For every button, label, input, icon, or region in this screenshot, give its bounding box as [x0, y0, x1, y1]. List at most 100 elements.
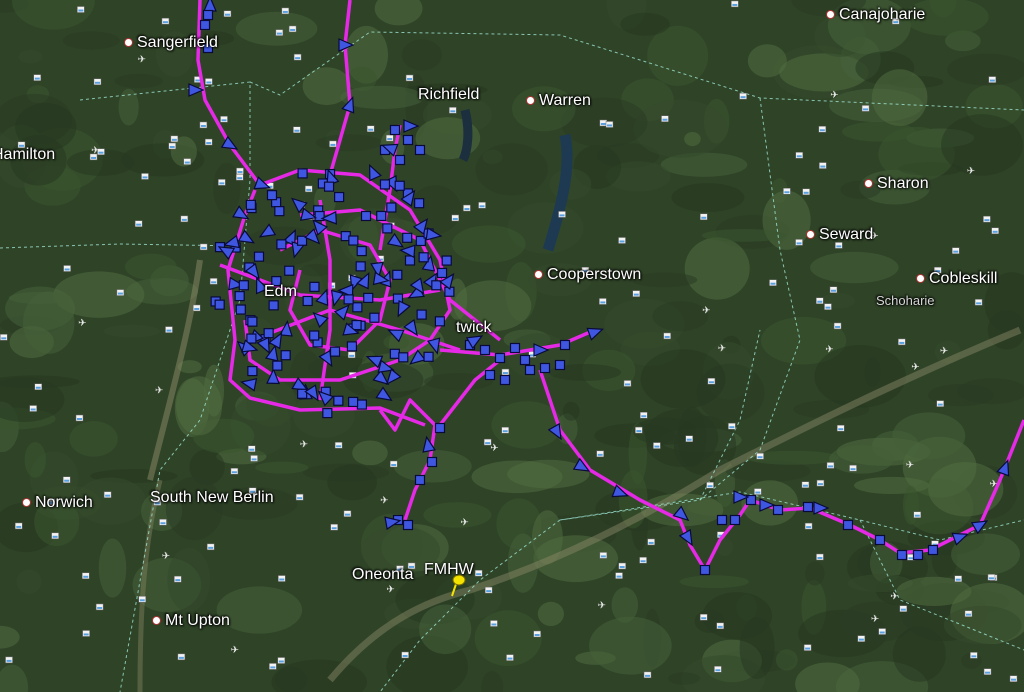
- square-marker-icon: [323, 181, 335, 192]
- terrain-patch: [16, 569, 42, 594]
- terrain-patch: [18, 49, 43, 64]
- weather-station-icon: [615, 572, 623, 579]
- weather-station-icon: [632, 290, 641, 297]
- airport-icon: ✈: [825, 345, 833, 356]
- square-marker-icon: [333, 395, 344, 406]
- weather-station-icon: [974, 299, 983, 306]
- weather-station-icon: [661, 115, 669, 122]
- weather-station-icon: [95, 603, 104, 611]
- place-sangerfield[interactable]: Sangerfield: [124, 34, 218, 52]
- weather-station-icon: [269, 663, 277, 670]
- place-cooperstown[interactable]: Cooperstown: [534, 266, 641, 284]
- square-marker-icon: [363, 292, 374, 304]
- square-marker-icon: [235, 304, 246, 315]
- square-marker-icon: [436, 267, 448, 279]
- weather-station-icon: [199, 121, 208, 129]
- weather-station-icon: [833, 322, 842, 330]
- weather-station-icon: [756, 452, 764, 460]
- weather-station-icon: [14, 522, 23, 530]
- place-south-new-berlin[interactable]: South New Berlin: [150, 489, 274, 507]
- terrain-patch: [902, 485, 919, 525]
- place-oneonta[interactable]: Oneonta: [352, 566, 413, 584]
- terrain-patch: [747, 44, 787, 78]
- airport-pin-label[interactable]: FMHW: [424, 561, 474, 579]
- place-mt-upton[interactable]: Mt Upton: [152, 612, 230, 630]
- square-marker-icon: [352, 302, 363, 313]
- place-norwich[interactable]: Norwich: [22, 494, 93, 512]
- place-schoharie[interactable]: Schoharie: [876, 293, 935, 308]
- place-warren[interactable]: Warren: [526, 92, 591, 110]
- place-hartwick[interactable]: twick: [456, 319, 492, 337]
- terrain-patch: [235, 11, 318, 46]
- satellite-map[interactable]: ✈ ✈ ✈ ✈ ✈ ✈ ✈ ✈ ✈ ✈ ✈ ✈ ✈ ✈ ✈ ✈ ✈ ✈ ✈ ✈ ✈ ✈ ✈ ✈ Canajoharie San…: [0, 0, 1024, 692]
- weather-station-icon: [490, 620, 498, 627]
- weather-station-icon: [236, 167, 244, 175]
- weather-station-icon: [824, 303, 832, 310]
- weather-station-icon: [347, 351, 356, 359]
- terrain-patch: [701, 229, 787, 242]
- terrain-patch: [423, 502, 492, 528]
- weather-station-icon: [199, 243, 208, 251]
- square-marker-icon: [802, 501, 814, 513]
- weather-station-icon: [405, 74, 414, 82]
- weather-station-icon: [293, 126, 301, 133]
- weather-station-icon: [700, 213, 708, 221]
- weather-station-icon: [707, 378, 716, 385]
- weather-station-icon: [235, 173, 244, 181]
- weather-station-icon: [478, 202, 486, 209]
- terrain-patch: [537, 601, 565, 627]
- place-richfield[interactable]: Richfield: [418, 86, 479, 104]
- terrain-patch: [829, 445, 894, 474]
- place-cobleskill[interactable]: Cobleskill: [916, 270, 997, 288]
- square-marker-icon: [202, 9, 214, 21]
- square-marker-icon: [896, 549, 908, 561]
- place-hamilton[interactable]: Hamilton: [0, 146, 55, 164]
- weather-station-icon: [816, 297, 824, 304]
- terrain-patch: [103, 324, 161, 338]
- airport-icon: ✈: [718, 344, 726, 355]
- weather-station-icon: [29, 405, 37, 412]
- airport-icon: ✈: [702, 305, 710, 316]
- weather-station-icon: [816, 553, 824, 561]
- square-marker-icon: [297, 168, 308, 179]
- weather-station-icon: [343, 510, 352, 517]
- terrain-patch: [739, 617, 775, 680]
- weather-station-icon: [330, 523, 338, 531]
- terrain-patch: [8, 291, 72, 305]
- map-layer[interactable]: ✈✈✈✈✈✈✈✈✈✈✈✈✈✈✈✈✈✈✈✈✈✈✈✈: [0, 0, 1024, 692]
- weather-station-icon: [116, 289, 125, 296]
- place-edmeston[interactable]: Edm: [264, 283, 297, 301]
- weather-station-icon: [51, 532, 59, 540]
- weather-station-icon: [5, 656, 13, 664]
- place-seward[interactable]: Seward: [806, 226, 873, 244]
- weather-station-icon: [206, 543, 215, 551]
- terrain-patch: [941, 114, 1023, 176]
- square-marker-icon: [699, 564, 711, 576]
- square-marker-icon: [414, 144, 426, 156]
- terrain-patch: [475, 143, 548, 196]
- weather-station-icon: [275, 29, 284, 36]
- weather-station-icon: [277, 657, 286, 664]
- square-marker-icon: [729, 514, 741, 526]
- place-sharon[interactable]: Sharon: [864, 175, 929, 193]
- weather-station-icon: [334, 442, 343, 449]
- square-marker-icon: [247, 316, 258, 327]
- weather-station-icon: [33, 74, 42, 81]
- terrain-patch: [679, 575, 749, 589]
- weather-station-icon: [305, 185, 313, 193]
- weather-station-icon: [220, 116, 228, 123]
- terrain-patch: [451, 225, 526, 263]
- place-canajoharie[interactable]: Canajoharie: [826, 6, 925, 24]
- weather-station-icon: [558, 211, 566, 218]
- weather-station-icon: [818, 126, 827, 133]
- weather-station-icon: [643, 671, 652, 679]
- weather-station-icon: [366, 125, 375, 133]
- terrain-patch: [401, 39, 443, 71]
- weather-station-icon: [878, 628, 886, 635]
- weather-station-icon: [699, 613, 708, 621]
- weather-station-icon: [0, 334, 8, 341]
- square-marker-icon: [214, 299, 225, 310]
- weather-station-icon: [596, 450, 604, 458]
- weather-station-icon: [837, 424, 845, 432]
- square-marker-icon: [484, 369, 496, 381]
